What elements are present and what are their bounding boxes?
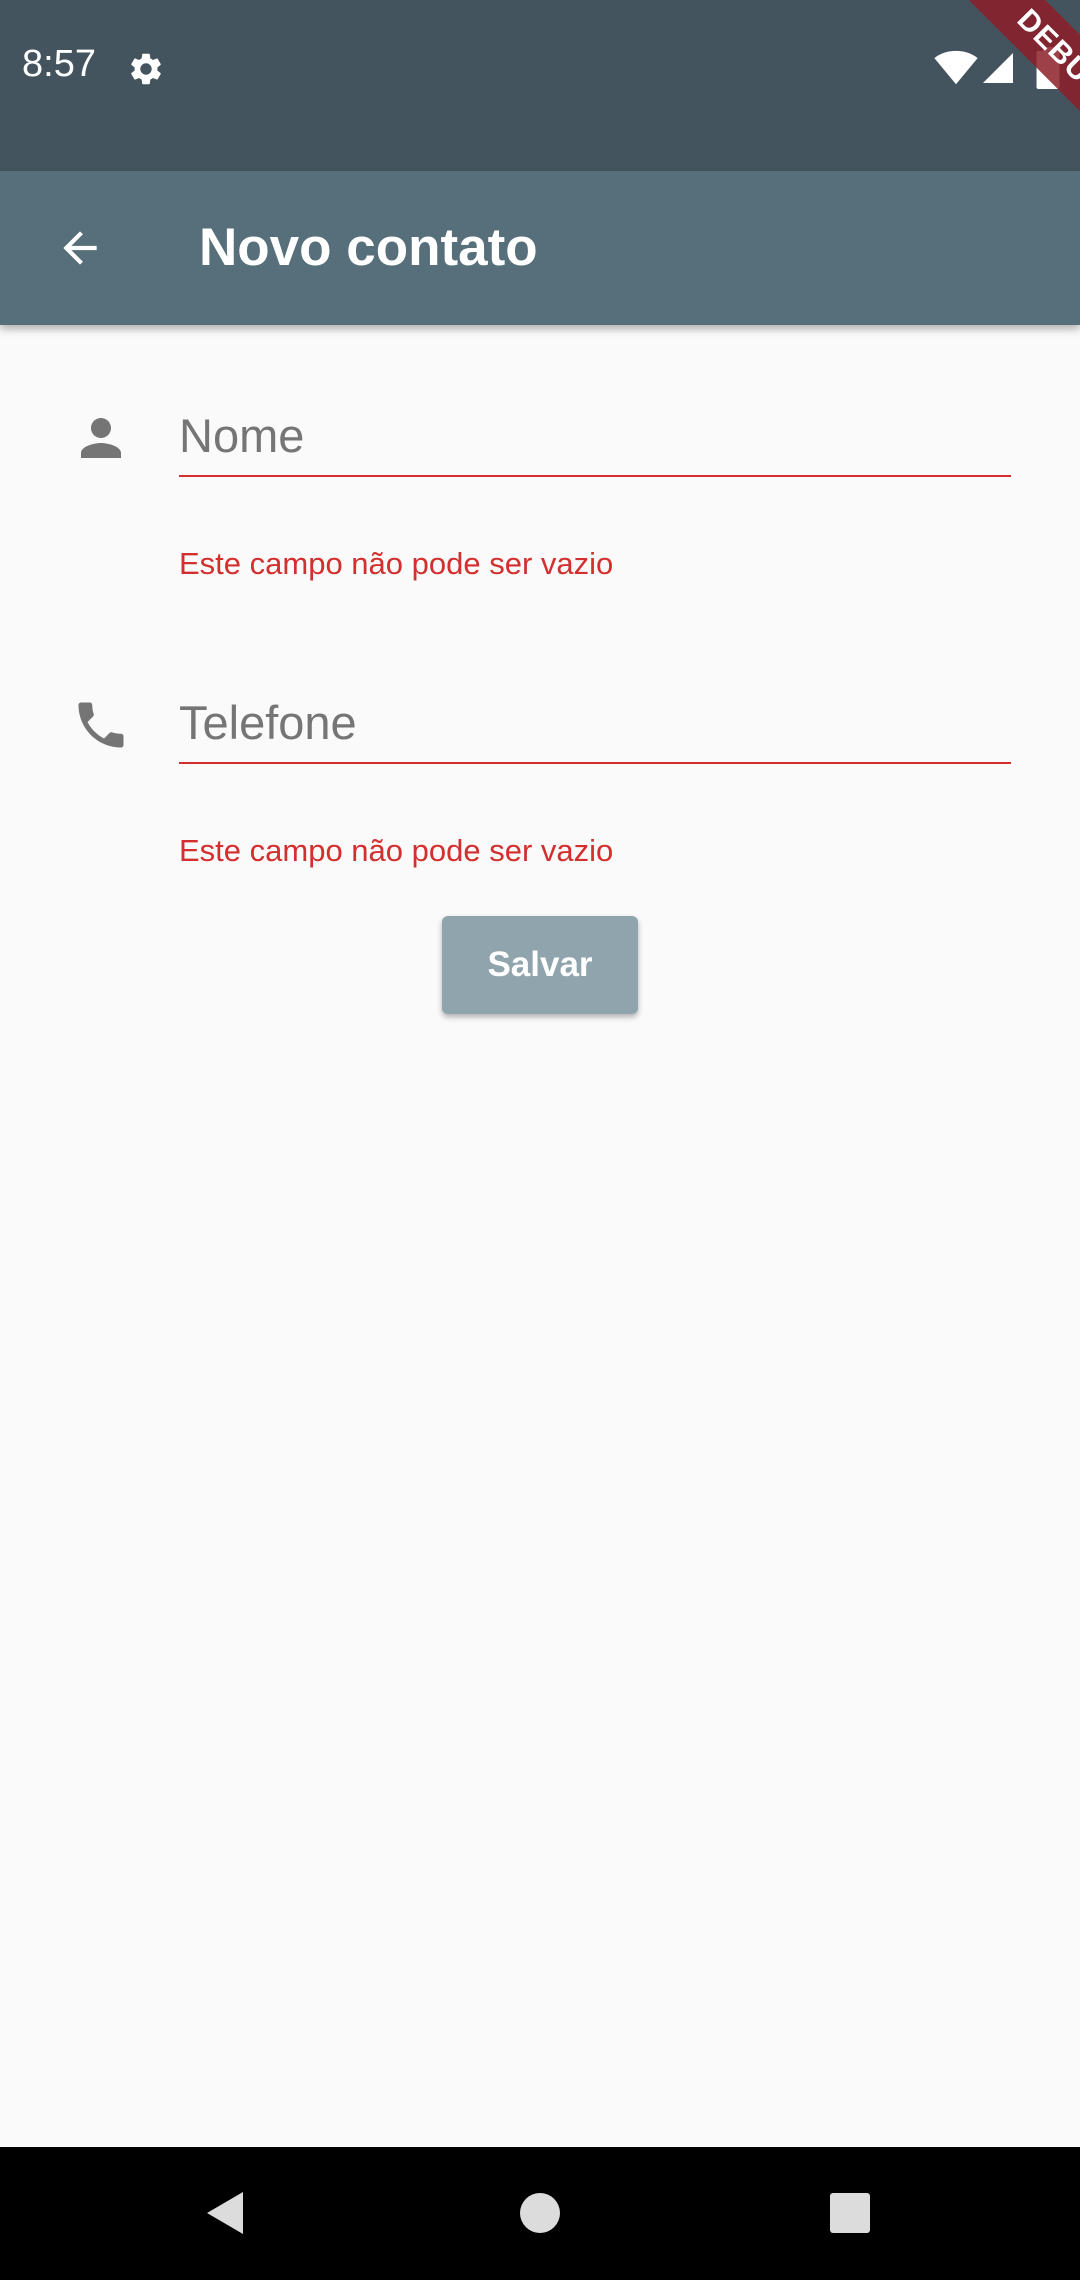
- app-bar: Novo contato: [0, 171, 1080, 325]
- status-bar: 8:57 DEBUG: [0, 0, 1080, 181]
- signal-icon: [983, 53, 1013, 83]
- wifi-icon: [934, 50, 978, 85]
- arrow-back-icon: [63, 231, 97, 265]
- nav-recents-button[interactable]: [810, 2177, 890, 2249]
- gear-icon: [131, 53, 161, 85]
- phone-icon: [78, 702, 124, 748]
- recents-square-icon: [830, 2193, 870, 2233]
- back-triangle-icon: [207, 2192, 243, 2234]
- phone-field[interactable]: [179, 682, 1011, 764]
- name-field[interactable]: [179, 395, 1011, 477]
- save-button[interactable]: Salvar: [442, 916, 638, 1014]
- debug-banner: DEBUG: [936, 0, 1080, 181]
- phone-error: Este campo não pode ser vazio: [179, 833, 614, 868]
- person-icon: [81, 418, 121, 458]
- nav-home-button[interactable]: [500, 2177, 580, 2249]
- name-error: Este campo não pode ser vazio: [179, 546, 614, 581]
- system-nav-bar: [0, 2147, 1080, 2280]
- page-title: Novo contato: [199, 218, 538, 277]
- home-circle-icon: [520, 2193, 560, 2233]
- back-button[interactable]: [30, 198, 130, 298]
- nav-back-button[interactable]: [185, 2177, 265, 2249]
- status-time: 8:57: [22, 43, 96, 85]
